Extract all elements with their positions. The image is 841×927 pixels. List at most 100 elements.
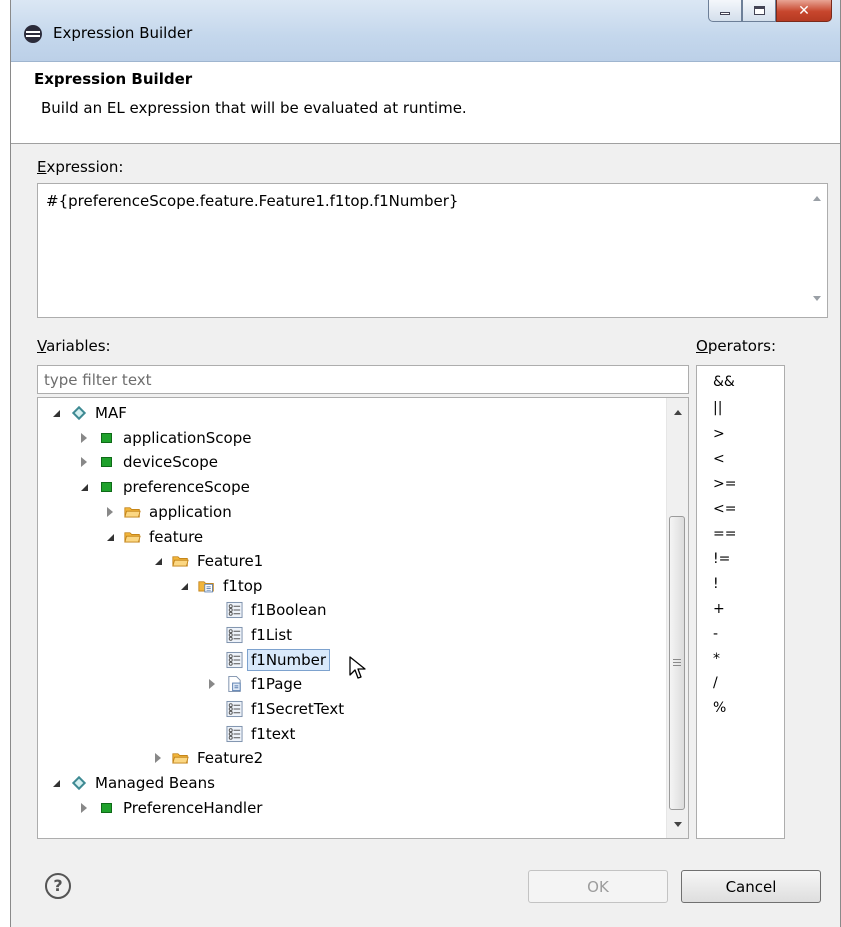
tree-item-managed-beans[interactable]: Managed Beans [48,771,215,795]
collapse-toggle-icon[interactable] [150,750,166,766]
operators-list[interactable]: && || > < >= <= == != ! + - * / % [696,365,785,839]
property-icon [226,700,243,718]
tree-item-application[interactable]: application [102,500,232,524]
tree-item-preferencehandler[interactable]: PreferenceHandler [76,796,262,820]
tree-item-label: PreferenceHandler [123,799,263,817]
operator-item[interactable]: < [713,451,725,467]
ok-button[interactable]: OK [528,870,668,903]
close-button[interactable]: ✕ [776,0,832,22]
expand-toggle-icon[interactable] [102,529,118,545]
variables-tree[interactable]: MAF applicationScope deviceScope prefere… [37,397,689,839]
variables-label: Variables: [37,337,111,355]
tree-item-label: applicationScope [123,429,252,447]
operator-item[interactable]: % [713,700,726,716]
tree-item-label: f1top [223,577,263,595]
variables-label-mnemonic: V [37,337,47,355]
tree-item-devicescope[interactable]: deviceScope [76,450,218,474]
tree-item-maf[interactable]: MAF [48,401,127,425]
expression-textarea[interactable]: #{preferenceScope.feature.Feature1.f1top… [37,183,828,318]
minimize-icon [720,12,730,15]
operator-item[interactable]: + [713,601,725,617]
operator-item[interactable]: <= [713,501,736,517]
tree-item-label: f1SecretText [251,700,345,718]
operators-label-text: perators: [707,337,777,355]
collapse-toggle-icon[interactable] [102,504,118,520]
scroll-up-icon[interactable] [813,196,821,201]
scrollbar-thumb[interactable] [669,516,685,810]
property-icon [226,725,243,743]
operator-item[interactable]: ! [713,576,719,592]
tree-item-label: deviceScope [123,453,218,471]
tree-item-f1page[interactable]: f1Page [204,672,302,696]
scope-icon [98,430,115,446]
tree-item-label: preferenceScope [123,478,250,496]
filter-input[interactable] [37,365,689,394]
tree-item-f1secrettext[interactable]: f1SecretText [226,697,344,721]
dialog-header: Expression Builder Build an EL expressio… [11,62,840,144]
help-icon[interactable]: ? [45,873,71,899]
tree-item-preferencescope[interactable]: preferenceScope [76,475,250,499]
collapse-toggle-icon[interactable] [76,430,92,446]
operator-item[interactable]: || [713,400,722,416]
operator-item[interactable]: && [713,374,735,390]
scroll-down-icon[interactable] [813,296,821,301]
expression-label-text: xpression: [46,158,124,176]
folder-icon [172,750,189,766]
expand-toggle-icon[interactable] [48,775,64,791]
operator-item[interactable]: != [713,551,730,567]
tree-item-label-selected: f1Number [247,649,331,671]
diamond-icon [70,405,87,421]
cancel-button[interactable]: Cancel [681,870,821,903]
operators-label: Operators: [696,337,776,355]
tree-item-f1text[interactable]: f1text [226,722,295,746]
tree-item-feature1[interactable]: Feature1 [150,549,263,573]
operator-item[interactable]: * [713,651,720,667]
maximize-button[interactable] [742,0,776,22]
tree-item-feature2[interactable]: Feature2 [150,746,263,770]
expression-scrollbar[interactable] [807,184,827,317]
property-icon [226,626,243,644]
expand-toggle-icon[interactable] [150,553,166,569]
header-description: Build an EL expression that will be eval… [41,99,467,117]
operators-label-mnemonic: O [696,337,708,355]
scroll-down-icon[interactable] [674,822,682,827]
tree-item-label: MAF [95,404,127,422]
tree-item-f1list[interactable]: f1List [226,623,292,647]
collapse-toggle-icon[interactable] [204,676,220,692]
title-bar[interactable]: Expression Builder ✕ [11,0,840,62]
scroll-up-icon[interactable] [674,410,682,415]
tree-item-label: f1Boolean [251,601,327,619]
tree-item-label: f1text [251,725,296,743]
folder-icon [124,504,141,520]
tree-item-label: feature [149,528,204,546]
expand-toggle-icon[interactable] [176,578,192,594]
folder-icon [172,553,189,569]
tree-item-f1number[interactable]: f1Number [226,648,331,672]
tree-item-label: f1List [251,626,293,644]
operator-item[interactable]: >= [713,476,736,492]
operator-item[interactable]: - [713,626,718,642]
expand-toggle-icon[interactable] [76,479,92,495]
operator-item[interactable]: / [713,675,718,691]
scope-icon [98,800,115,816]
tree-item-feature[interactable]: feature [102,525,203,549]
collapse-toggle-icon[interactable] [76,800,92,816]
operator-item[interactable]: == [713,526,736,542]
expression-label: Expression: [37,158,123,176]
expression-builder-dialog: Expression Builder ✕ Expression Builder … [10,0,841,927]
tree-item-label: Feature2 [197,749,264,767]
collapse-toggle-icon[interactable] [76,454,92,470]
variables-label-text: ariables: [46,337,111,355]
tree-item-label: application [149,503,232,521]
minimize-button[interactable] [708,0,742,22]
header-title: Expression Builder [34,70,193,88]
tree-scrollbar[interactable] [666,398,688,838]
expand-toggle-icon[interactable] [48,405,64,421]
tree-item-f1top[interactable]: f1top [176,574,262,598]
scope-icon [98,479,115,495]
tree-item-f1boolean[interactable]: f1Boolean [226,598,327,622]
tree-item-label: f1Page [251,675,303,693]
tree-item-applicationscope[interactable]: applicationScope [76,426,251,450]
operator-item[interactable]: > [713,426,725,442]
diamond-icon [70,775,87,791]
